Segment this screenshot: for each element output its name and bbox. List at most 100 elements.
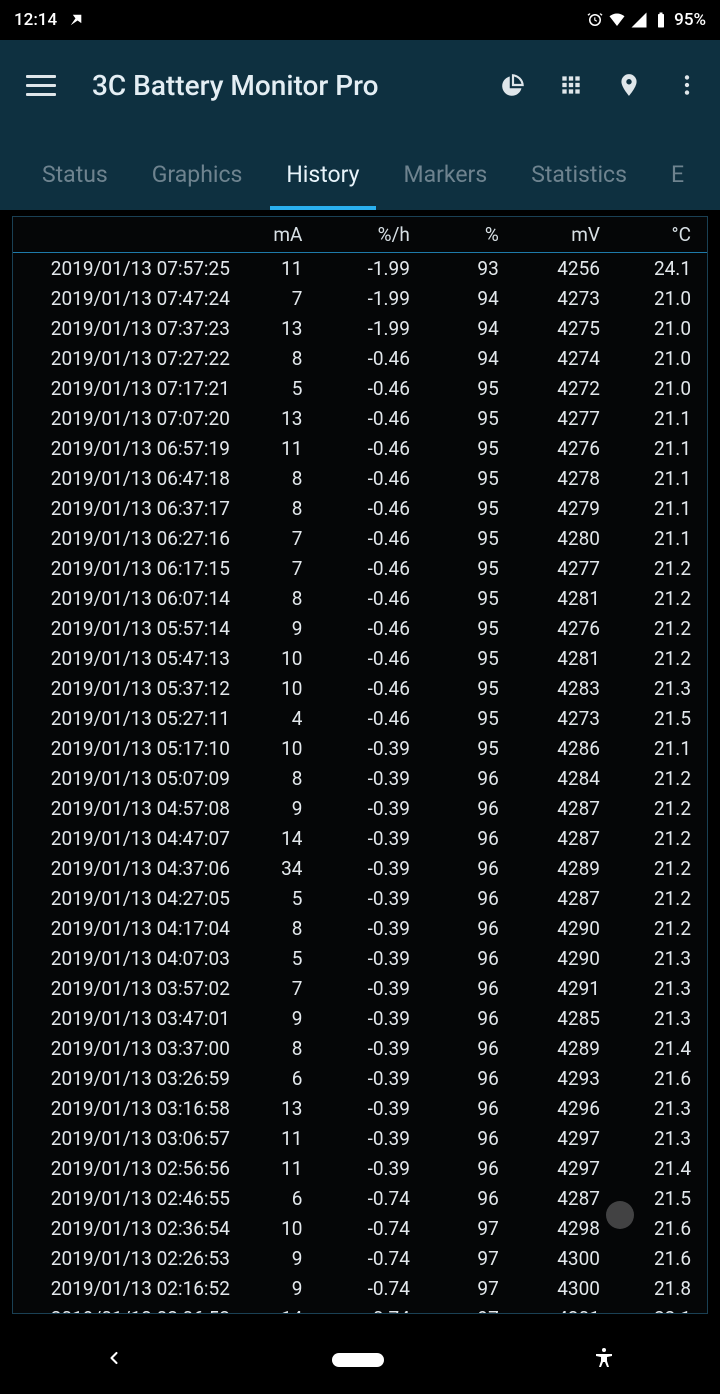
cell-pct: 96 bbox=[420, 913, 511, 943]
table-row[interactable]: 2019/01/13 02:16:529-0.7497430021.8 bbox=[13, 1273, 707, 1303]
table-row[interactable]: 2019/01/13 06:47:188-0.4695427821.1 bbox=[13, 463, 707, 493]
cell-temp: 21.0 bbox=[612, 283, 707, 313]
cell-pct: 95 bbox=[420, 523, 511, 553]
tab-status[interactable]: Status bbox=[20, 161, 130, 210]
table-row[interactable]: 2019/01/13 06:37:178-0.4695427921.1 bbox=[13, 493, 707, 523]
cell-pct: 96 bbox=[420, 1093, 511, 1123]
cell-mv: 4298 bbox=[511, 1213, 612, 1243]
col-header-mv[interactable]: mV bbox=[511, 217, 612, 253]
table-row[interactable]: 2019/01/13 07:17:215-0.4695427221.0 bbox=[13, 373, 707, 403]
cell-rate: -0.39 bbox=[310, 1063, 419, 1093]
cell-ma: 7 bbox=[230, 553, 311, 583]
cell-rate: -0.39 bbox=[310, 913, 419, 943]
col-header-timestamp[interactable] bbox=[13, 217, 230, 253]
table-row[interactable]: 2019/01/13 02:26:539-0.7497430021.6 bbox=[13, 1243, 707, 1273]
cell-ma: 13 bbox=[230, 1093, 311, 1123]
cell-pct: 96 bbox=[420, 853, 511, 883]
table-row[interactable]: 2019/01/13 05:17:1010-0.3995428621.1 bbox=[13, 733, 707, 763]
cell-mv: 4276 bbox=[511, 613, 612, 643]
cell-pct: 96 bbox=[420, 1153, 511, 1183]
location-pin-icon[interactable] bbox=[614, 70, 644, 100]
cell-pct: 96 bbox=[420, 1183, 511, 1213]
tab-overflow[interactable]: E bbox=[649, 161, 684, 210]
col-header-temp[interactable]: °C bbox=[612, 217, 707, 253]
cell-ma: 5 bbox=[230, 943, 311, 973]
cell-mv: 4287 bbox=[511, 1183, 612, 1213]
table-row[interactable]: 2019/01/13 06:07:148-0.4695428121.2 bbox=[13, 583, 707, 613]
table-row[interactable]: 2019/01/13 03:47:019-0.3996428521.3 bbox=[13, 1003, 707, 1033]
cell-ma: 7 bbox=[230, 973, 311, 1003]
cell-rate: -0.39 bbox=[310, 883, 419, 913]
table-row[interactable]: 2019/01/13 02:56:5611-0.3996429721.4 bbox=[13, 1153, 707, 1183]
cell-rate: -0.39 bbox=[310, 1093, 419, 1123]
cell-ma: 11 bbox=[230, 433, 311, 463]
cell-rate: -0.46 bbox=[310, 343, 419, 373]
nav-back-icon[interactable] bbox=[104, 1348, 124, 1372]
cell-rate: -0.39 bbox=[310, 793, 419, 823]
table-row[interactable]: 2019/01/13 07:47:247-1.9994427321.0 bbox=[13, 283, 707, 313]
cell-mv: 4277 bbox=[511, 553, 612, 583]
table-row[interactable]: 2019/01/13 03:37:008-0.3996428921.4 bbox=[13, 1033, 707, 1063]
table-row[interactable]: 2019/01/13 05:37:1210-0.4695428321.3 bbox=[13, 673, 707, 703]
table-row[interactable]: 2019/01/13 02:36:5410-0.7497429821.6 bbox=[13, 1213, 707, 1243]
table-row[interactable]: 2019/01/13 02:06:5214-0.7497430122.1 bbox=[13, 1303, 707, 1314]
cell-rate: -0.39 bbox=[310, 1033, 419, 1063]
table-row[interactable]: 2019/01/13 04:27:055-0.3996428721.2 bbox=[13, 883, 707, 913]
table-row[interactable]: 2019/01/13 04:17:048-0.3996429021.2 bbox=[13, 913, 707, 943]
table-row[interactable]: 2019/01/13 06:17:157-0.4695427721.2 bbox=[13, 553, 707, 583]
cell-temp: 21.2 bbox=[612, 763, 707, 793]
nav-home-pill[interactable] bbox=[332, 1353, 384, 1367]
cell-temp: 21.1 bbox=[612, 523, 707, 553]
nav-accessibility-icon[interactable] bbox=[592, 1346, 616, 1374]
table-row[interactable]: 2019/01/13 04:47:0714-0.3996428721.2 bbox=[13, 823, 707, 853]
cell-temp: 21.6 bbox=[612, 1063, 707, 1093]
table-row[interactable]: 2019/01/13 05:57:149-0.4695427621.2 bbox=[13, 613, 707, 643]
cell-mv: 4284 bbox=[511, 763, 612, 793]
cell-mv: 4272 bbox=[511, 373, 612, 403]
menu-icon[interactable] bbox=[26, 70, 56, 100]
cell-timestamp: 2019/01/13 02:16:52 bbox=[13, 1273, 230, 1303]
cell-pct: 97 bbox=[420, 1213, 511, 1243]
cell-pct: 96 bbox=[420, 1123, 511, 1153]
table-row[interactable]: 2019/01/13 06:27:167-0.4695428021.1 bbox=[13, 523, 707, 553]
tab-history[interactable]: History bbox=[264, 161, 381, 210]
table-row[interactable]: 2019/01/13 07:07:2013-0.4695427721.1 bbox=[13, 403, 707, 433]
cell-rate: -0.39 bbox=[310, 1003, 419, 1033]
table-row[interactable]: 2019/01/13 05:07:098-0.3996428421.2 bbox=[13, 763, 707, 793]
cell-timestamp: 2019/01/13 06:07:14 bbox=[13, 583, 230, 613]
table-row[interactable]: 2019/01/13 04:07:035-0.3996429021.3 bbox=[13, 943, 707, 973]
cell-timestamp: 2019/01/13 05:17:10 bbox=[13, 733, 230, 763]
tab-statistics[interactable]: Statistics bbox=[509, 161, 649, 210]
cell-ma: 14 bbox=[230, 1303, 311, 1314]
table-row[interactable]: 2019/01/13 05:47:1310-0.4695428121.2 bbox=[13, 643, 707, 673]
table-row[interactable]: 2019/01/13 07:27:228-0.4694427421.0 bbox=[13, 343, 707, 373]
tab-markers[interactable]: Markers bbox=[382, 161, 510, 210]
col-header-pct[interactable]: % bbox=[420, 217, 511, 253]
cell-mv: 4297 bbox=[511, 1123, 612, 1153]
cell-timestamp: 2019/01/13 07:37:23 bbox=[13, 313, 230, 343]
cell-rate: -0.74 bbox=[310, 1303, 419, 1314]
table-row[interactable]: 2019/01/13 03:57:027-0.3996429121.3 bbox=[13, 973, 707, 1003]
col-header-ma[interactable]: mA bbox=[230, 217, 311, 253]
table-row[interactable]: 2019/01/13 05:27:114-0.4695427321.5 bbox=[13, 703, 707, 733]
table-row[interactable]: 2019/01/13 07:57:2511-1.9993425624.1 bbox=[13, 253, 707, 284]
overflow-menu-icon[interactable] bbox=[672, 70, 702, 100]
table-row[interactable]: 2019/01/13 04:37:0634-0.3996428921.2 bbox=[13, 853, 707, 883]
table-row[interactable]: 2019/01/13 03:26:596-0.3996429321.6 bbox=[13, 1063, 707, 1093]
pie-chart-icon[interactable] bbox=[498, 70, 528, 100]
scroll-thumb[interactable] bbox=[606, 1201, 634, 1229]
cell-rate: -0.46 bbox=[310, 523, 419, 553]
tab-graphics[interactable]: Graphics bbox=[130, 161, 265, 210]
cell-timestamp: 2019/01/13 05:47:13 bbox=[13, 643, 230, 673]
table-row[interactable]: 2019/01/13 03:06:5711-0.3996429721.3 bbox=[13, 1123, 707, 1153]
table-row[interactable]: 2019/01/13 02:46:556-0.7496428721.5 bbox=[13, 1183, 707, 1213]
cell-mv: 4278 bbox=[511, 463, 612, 493]
apps-grid-icon[interactable] bbox=[556, 70, 586, 100]
table-row[interactable]: 2019/01/13 07:37:2313-1.9994427521.0 bbox=[13, 313, 707, 343]
col-header-rate[interactable]: %/h bbox=[310, 217, 419, 253]
cell-temp: 21.2 bbox=[612, 553, 707, 583]
table-row[interactable]: 2019/01/13 04:57:089-0.3996428721.2 bbox=[13, 793, 707, 823]
table-row[interactable]: 2019/01/13 06:57:1911-0.4695427621.1 bbox=[13, 433, 707, 463]
table-row[interactable]: 2019/01/13 03:16:5813-0.3996429621.3 bbox=[13, 1093, 707, 1123]
cell-rate: -0.39 bbox=[310, 733, 419, 763]
